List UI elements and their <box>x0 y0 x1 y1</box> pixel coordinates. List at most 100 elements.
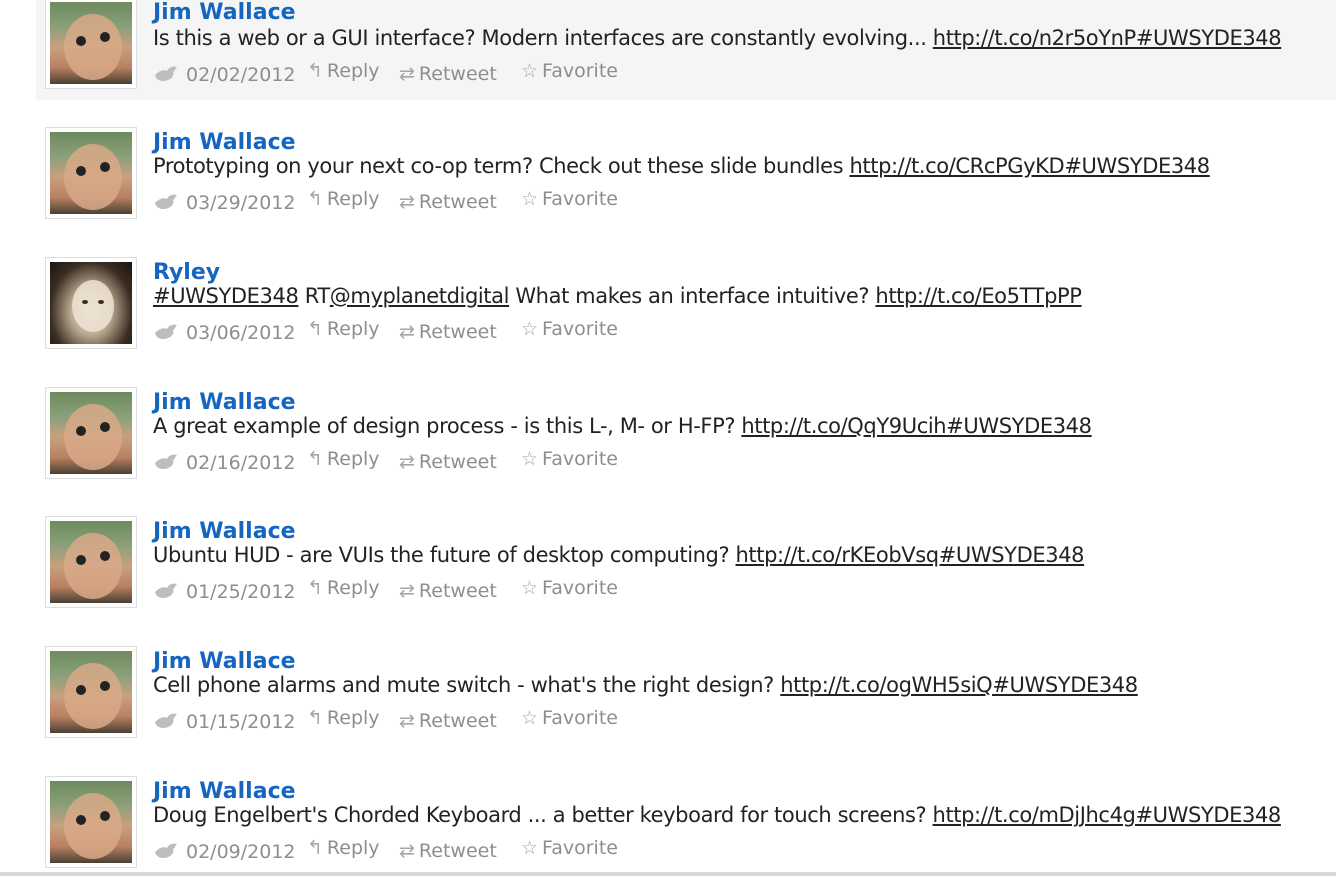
tweet-feed: Jim Wallace Is this a web or a GUI inter… <box>0 0 1336 872</box>
favorite-button[interactable]: ☆ Favorite <box>521 577 618 599</box>
reply-button[interactable]: ↰ Reply <box>307 707 380 729</box>
tweet-author[interactable]: Ryley <box>153 260 220 285</box>
mention-link[interactable]: @myplanetdigital <box>330 284 510 308</box>
favorite-button[interactable]: ☆ Favorite <box>521 707 618 729</box>
avatar[interactable] <box>45 257 137 349</box>
tweet-date[interactable]: 01/25/2012 <box>153 581 296 603</box>
tweet-link[interactable]: http://t.co/CRcPGyKD#UWSYDE348 <box>850 154 1211 178</box>
reply-button[interactable]: ↰ Reply <box>307 448 380 470</box>
tweet-date[interactable]: 03/29/2012 <box>153 192 296 214</box>
favorite-button[interactable]: ☆ Favorite <box>521 60 618 82</box>
tweet-date-text: 01/25/2012 <box>186 581 296 603</box>
bird-icon <box>155 324 177 339</box>
tweet-date-text: 03/06/2012 <box>186 322 296 344</box>
tweet-author[interactable]: Jim Wallace <box>153 519 296 544</box>
avatar[interactable] <box>45 776 137 868</box>
tweet-text: Prototyping on your next co-op term? Che… <box>153 154 1210 178</box>
bird-icon <box>155 713 177 728</box>
avatar[interactable] <box>45 516 137 608</box>
tweet-item[interactable]: Jim Wallace Cell phone alarms and mute s… <box>36 646 1336 777</box>
favorite-button[interactable]: ☆ Favorite <box>521 188 618 210</box>
reply-button[interactable]: ↰ Reply <box>307 577 380 599</box>
tweet-item[interactable]: Jim Wallace Prototyping on your next co-… <box>36 127 1336 258</box>
avatar-photo <box>50 521 132 603</box>
tweet-date-text: 03/29/2012 <box>186 192 296 214</box>
bird-icon <box>155 843 177 858</box>
favorite-button[interactable]: ☆ Favorite <box>521 448 618 470</box>
reply-arrow-icon: ↰ <box>307 188 323 210</box>
tweet-item[interactable]: Jim Wallace Ubuntu HUD - are VUIs the fu… <box>36 516 1336 647</box>
reply-label: Reply <box>326 188 380 210</box>
tweet-item[interactable]: Jim Wallace A great example of design pr… <box>36 387 1336 518</box>
avatar-photo <box>50 651 132 733</box>
tweet-link[interactable]: http://t.co/rKEobVsq#UWSYDE348 <box>736 543 1085 567</box>
tweet-date[interactable]: 01/15/2012 <box>153 711 296 733</box>
favorite-label: Favorite <box>542 188 618 210</box>
retweet-button[interactable]: ⇄ Retweet <box>399 451 497 473</box>
avatar[interactable] <box>45 387 137 479</box>
reply-button[interactable]: ↰ Reply <box>307 188 380 210</box>
tweet-item[interactable]: Ryley #UWSYDE348 RT@myplanetdigital What… <box>36 257 1336 388</box>
avatar[interactable] <box>45 127 137 219</box>
retweet-button[interactable]: ⇄ Retweet <box>399 580 497 602</box>
tweet-link[interactable]: http://t.co/QqY9Ucih#UWSYDE348 <box>741 414 1092 438</box>
retweet-label: Retweet <box>418 840 497 862</box>
avatar[interactable] <box>45 0 137 89</box>
tweet-body: Prototyping on your next co-op term? Che… <box>153 154 850 178</box>
reply-arrow-icon: ↰ <box>307 707 323 729</box>
retweet-label: Retweet <box>418 451 497 473</box>
avatar-photo <box>50 392 132 474</box>
reply-label: Reply <box>326 707 380 729</box>
avatar-photo <box>50 132 132 214</box>
star-icon: ☆ <box>521 448 539 470</box>
hashtag-link[interactable]: #UWSYDE348 <box>153 284 299 308</box>
tweet-text: Ubuntu HUD - are VUIs the future of desk… <box>153 543 1085 567</box>
tweet-date[interactable]: 02/09/2012 <box>153 841 296 863</box>
bird-icon <box>155 194 177 209</box>
tweet-date[interactable]: 02/16/2012 <box>153 452 296 474</box>
tweet-author[interactable]: Jim Wallace <box>153 0 296 25</box>
tweet-text: Is this a web or a GUI interface? Modern… <box>153 26 1282 50</box>
rt-label: RT <box>298 284 331 308</box>
reply-label: Reply <box>326 318 380 340</box>
star-icon: ☆ <box>521 60 539 82</box>
tweet-date[interactable]: 03/06/2012 <box>153 322 296 344</box>
star-icon: ☆ <box>521 188 539 210</box>
tweet-body: Is this a web or a GUI interface? Modern… <box>153 26 933 50</box>
tweet-item[interactable]: Jim Wallace Doug Engelbert's Chorded Key… <box>36 776 1336 872</box>
tweet-date-text: 02/02/2012 <box>186 64 296 86</box>
reply-button[interactable]: ↰ Reply <box>307 60 380 82</box>
star-icon: ☆ <box>521 318 539 340</box>
retweet-button[interactable]: ⇄ Retweet <box>399 191 497 213</box>
tweet-body: Ubuntu HUD - are VUIs the future of desk… <box>153 543 736 567</box>
tweet-author[interactable]: Jim Wallace <box>153 779 296 804</box>
tweet-text: #UWSYDE348 RT@myplanetdigital What makes… <box>153 284 1082 308</box>
tweet-author[interactable]: Jim Wallace <box>153 130 296 155</box>
tweet-item[interactable]: Jim Wallace Is this a web or a GUI inter… <box>36 0 1336 100</box>
favorite-button[interactable]: ☆ Favorite <box>521 318 618 340</box>
tweet-link[interactable]: http://t.co/Eo5TTpPP <box>875 284 1082 308</box>
tweet-author[interactable]: Jim Wallace <box>153 649 296 674</box>
reply-arrow-icon: ↰ <box>307 837 323 859</box>
retweet-arrows-icon: ⇄ <box>399 710 415 732</box>
favorite-label: Favorite <box>542 448 618 470</box>
reply-button[interactable]: ↰ Reply <box>307 318 380 340</box>
retweet-label: Retweet <box>418 191 497 213</box>
tweet-link[interactable]: http://t.co/n2r5oYnP#UWSYDE348 <box>933 26 1282 50</box>
retweet-button[interactable]: ⇄ Retweet <box>399 710 497 732</box>
avatar-photo <box>50 2 132 84</box>
retweet-button[interactable]: ⇄ Retweet <box>399 321 497 343</box>
retweet-button[interactable]: ⇄ Retweet <box>399 840 497 862</box>
tweet-date[interactable]: 02/02/2012 <box>153 64 296 86</box>
retweet-button[interactable]: ⇄ Retweet <box>399 63 497 85</box>
tweet-link[interactable]: http://t.co/mDjJhc4g#UWSYDE348 <box>933 803 1282 827</box>
tweet-author[interactable]: Jim Wallace <box>153 390 296 415</box>
retweet-arrows-icon: ⇄ <box>399 191 415 213</box>
retweet-label: Retweet <box>418 63 497 85</box>
tweet-link[interactable]: http://t.co/ogWH5siQ#UWSYDE348 <box>780 673 1138 697</box>
retweet-label: Retweet <box>418 710 497 732</box>
avatar[interactable] <box>45 646 137 738</box>
reply-button[interactable]: ↰ Reply <box>307 837 380 859</box>
retweet-arrows-icon: ⇄ <box>399 840 415 862</box>
favorite-button[interactable]: ☆ Favorite <box>521 837 618 859</box>
